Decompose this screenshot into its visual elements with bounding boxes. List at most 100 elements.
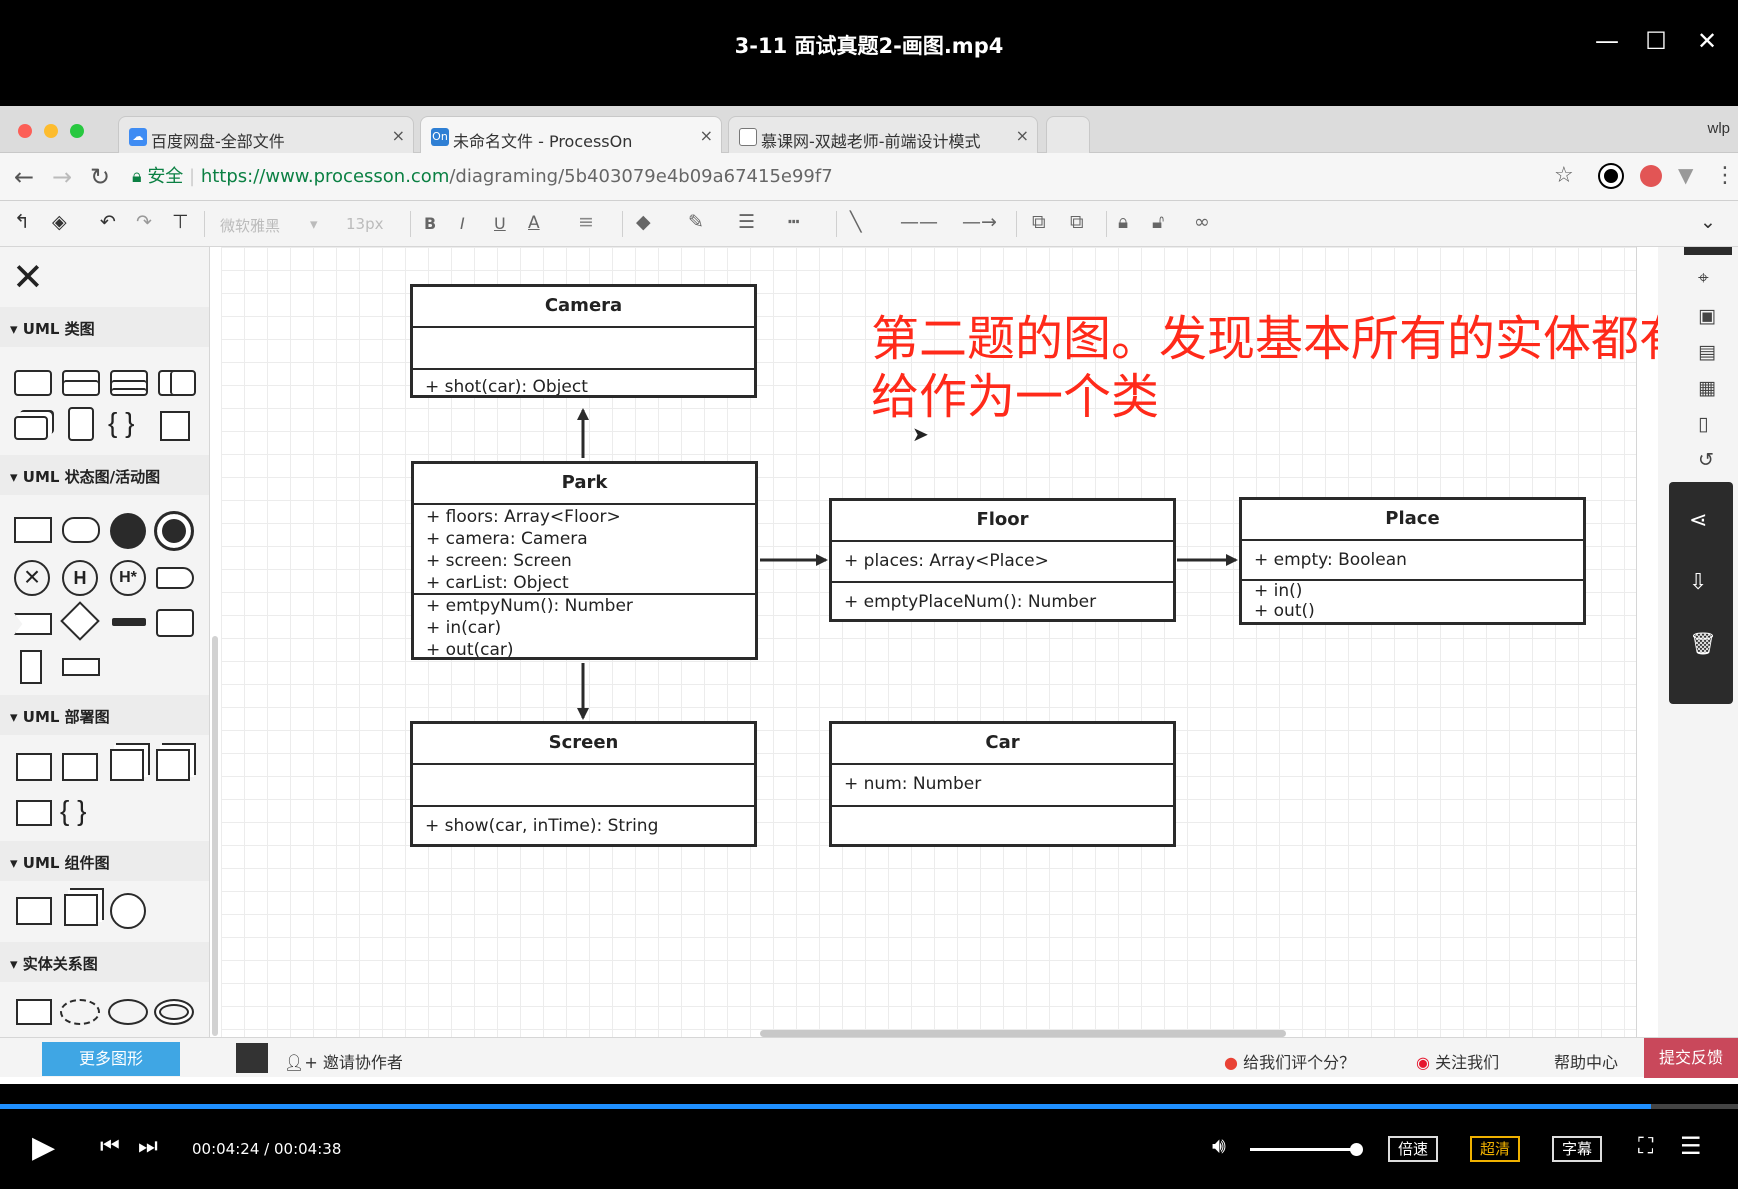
shape-class-full[interactable] <box>110 370 148 396</box>
bold-icon[interactable]: B <box>424 214 436 233</box>
unlock-shape-icon[interactable]: 🔓︎ <box>1152 211 1164 233</box>
font-color-icon[interactable]: A <box>528 213 540 233</box>
shape-multi-attr[interactable] <box>154 999 194 1025</box>
shape-node[interactable] <box>64 894 98 926</box>
lock-shape-icon[interactable]: 🔒︎ <box>1118 211 1128 233</box>
extension-icon[interactable] <box>1640 165 1662 187</box>
invite-button[interactable]: 👤︎+ 邀请协作者 <box>284 1049 403 1073</box>
image-icon[interactable]: ▣ <box>1698 305 1716 327</box>
extension-icon[interactable]: ▼ <box>1678 163 1693 187</box>
navigator-icon[interactable]: ⌖ <box>1698 267 1709 289</box>
speed-button[interactable]: 倍速 <box>1388 1136 1439 1162</box>
volume-icon[interactable]: 🔊︎ <box>1212 1134 1226 1159</box>
horizontal-scrollbar[interactable] <box>760 1030 1286 1037</box>
line-color-icon[interactable]: ✎ <box>688 211 704 233</box>
close-window-dot[interactable] <box>18 124 32 138</box>
section-uml-deploy[interactable]: ▾ UML 部署图 <box>0 695 209 735</box>
arrow-end-icon[interactable]: —→ <box>962 211 997 233</box>
fullscreen-icon[interactable]: ⛶ <box>1638 1134 1653 1159</box>
play-icon[interactable]: ▶ <box>32 1130 55 1165</box>
shape-class[interactable] <box>14 370 52 396</box>
shape-component[interactable] <box>16 753 52 781</box>
section-uml-class[interactable]: ▾ UML 类图 <box>0 307 209 347</box>
tab-imooc[interactable]: 慕课网-双越老师-前端设计模式 × <box>728 116 1038 153</box>
shape-attribute[interactable] <box>108 999 148 1025</box>
bookmark-star-icon[interactable]: ☆ <box>1554 163 1574 188</box>
shape-swimlane-v[interactable] <box>20 650 42 684</box>
forward-icon[interactable]: → <box>52 163 72 191</box>
shape-state[interactable] <box>14 517 52 543</box>
tab-close-icon[interactable]: × <box>700 126 713 145</box>
share-icon[interactable]: ⋖ <box>1689 508 1707 533</box>
class-car[interactable]: Car + num: Number <box>829 721 1176 847</box>
italic-icon[interactable]: I <box>460 214 465 233</box>
sidebar-scrollbar[interactable] <box>212 636 218 1036</box>
connector-icon[interactable]: ╲ <box>850 211 861 233</box>
class-camera[interactable]: Camera + shot(car): Object <box>410 284 757 398</box>
next-icon[interactable]: ⏭ <box>138 1134 158 1159</box>
comment-icon[interactable]: ▦ <box>1698 377 1716 399</box>
collapse-toolbar-icon[interactable]: ⌄ <box>1700 211 1716 233</box>
shape-component[interactable] <box>16 897 52 925</box>
font-size-select[interactable]: 13px <box>346 215 384 233</box>
volume-slider[interactable] <box>1250 1148 1356 1151</box>
class-screen[interactable]: Screen + show(car, inTime): String <box>410 721 757 847</box>
shape-braces[interactable]: { } <box>108 407 134 439</box>
line-width-icon[interactable]: ☰ <box>738 211 755 233</box>
shape-accept-signal[interactable] <box>14 613 52 635</box>
extension-icon[interactable] <box>1600 165 1622 187</box>
close-library-icon[interactable]: ✕ <box>12 259 44 297</box>
trash-icon[interactable]: 🗑︎ <box>1689 632 1717 657</box>
feedback-button[interactable]: 提交反馈 <box>1644 1038 1738 1078</box>
quality-button[interactable]: 超清 <box>1470 1136 1521 1162</box>
section-uml-state[interactable]: ▾ UML 状态图/活动图 <box>0 455 209 495</box>
shape-square[interactable] <box>160 411 190 441</box>
maximize-icon[interactable]: ☐ <box>1641 26 1671 56</box>
shape-derived-attr[interactable] <box>60 999 100 1025</box>
line-style-icon[interactable]: ┅ <box>788 211 799 233</box>
help-center-button[interactable]: 帮助中心 <box>1554 1049 1618 1073</box>
url-field[interactable]: 🔒︎ 安全 | https://www.processon.com/diagra… <box>132 161 1602 193</box>
history-icon[interactable]: ↺ <box>1698 449 1714 471</box>
fill-color-icon[interactable]: ◆ <box>636 211 651 233</box>
shape-decision[interactable] <box>60 601 100 641</box>
class-place[interactable]: Place + empty: Boolean + in() + out() <box>1239 497 1586 625</box>
shape-final-state[interactable] <box>154 511 194 551</box>
tab-close-icon[interactable]: × <box>1016 126 1029 145</box>
shape-fork-bar[interactable] <box>112 618 146 626</box>
download-icon[interactable]: ⇩ <box>1689 570 1707 595</box>
shape-send-signal[interactable] <box>156 567 194 589</box>
new-tab-button[interactable] <box>1046 116 1090 153</box>
shape-class-header[interactable] <box>62 370 100 396</box>
shape-object[interactable] <box>156 609 194 637</box>
section-er[interactable]: ▾ 实体关系图 <box>0 942 209 982</box>
shape-activity[interactable] <box>62 517 100 543</box>
format-brush-icon[interactable]: ◈ <box>52 211 67 233</box>
subtitle-button[interactable]: 字幕 <box>1552 1136 1603 1162</box>
underline-icon[interactable]: U <box>494 214 506 233</box>
minimize-icon[interactable]: — <box>1592 26 1622 56</box>
data-icon[interactable]: ▤ <box>1698 341 1716 363</box>
link-icon[interactable]: ∞ <box>1194 211 1210 233</box>
undo-icon[interactable]: ↶ <box>100 211 116 233</box>
more-shapes-button[interactable]: 更多图形 <box>42 1042 180 1076</box>
class-floor[interactable]: Floor + places: Array<Place> + emptyPlac… <box>829 498 1176 622</box>
rate-button[interactable]: ● 给我们评个分？ <box>1224 1049 1355 1073</box>
reload-icon[interactable]: ↻ <box>90 163 110 191</box>
paint-format-icon[interactable]: ⊤ <box>172 211 189 233</box>
avatar[interactable] <box>236 1043 268 1073</box>
class-park[interactable]: Park + floors: Array<Floor> + camera: Ca… <box>411 461 758 660</box>
bring-front-icon[interactable]: ⧉ <box>1032 211 1046 233</box>
profile-name[interactable]: wlp <box>1707 120 1730 137</box>
shape-interface[interactable] <box>110 893 146 929</box>
follow-button[interactable]: ◉ 关注我们 <box>1416 1049 1499 1073</box>
shape-node[interactable] <box>110 749 144 781</box>
font-family-select[interactable]: 微软雅黑 <box>220 215 280 236</box>
page-icon[interactable]: ▯ <box>1698 413 1708 435</box>
tab-processon[interactable]: On 未命名文件 - ProcessOn × <box>420 116 722 153</box>
shape-history[interactable]: H <box>62 560 98 596</box>
line-begin-icon[interactable]: —— <box>900 211 938 233</box>
menu-icon[interactable]: ⋮ <box>1714 163 1736 188</box>
tab-close-icon[interactable]: × <box>392 126 405 145</box>
shape-artifact[interactable] <box>16 800 52 826</box>
